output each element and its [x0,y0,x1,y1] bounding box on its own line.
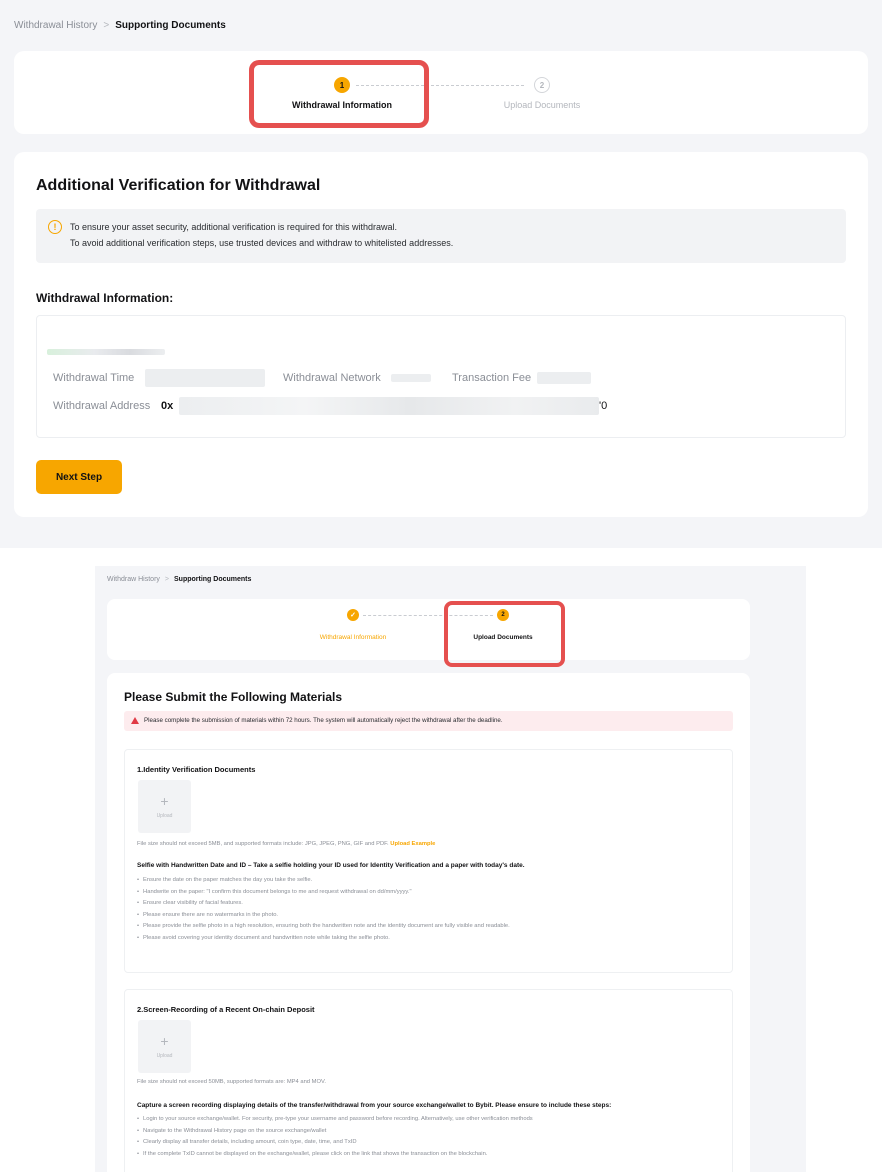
plus-icon: + [160,793,169,809]
list-item: Clearly display all transfer details, in… [137,1137,533,1149]
redacted-time [145,369,265,387]
info-circle-icon: ! [48,220,62,234]
stepper-card: ✓ 2 Withdrawal Information Upload Docume… [107,599,750,667]
breadcrumb: Withdrawal History > Supporting Document… [14,20,226,31]
step-1-label: Withdrawal Information [319,634,387,641]
upload-example-link[interactable]: Upload Example [390,841,435,847]
checkmark-icon: ✓ [347,609,359,621]
redacted-amount [47,349,165,355]
section-title: 1.Identity Verification Documents [137,765,256,774]
recording-steps-list: Login to your source exchange/wallet. Fo… [137,1114,533,1160]
address-suffix: '0 [599,400,608,412]
verification-card: Additional Verification for Withdrawal !… [14,152,868,517]
selfie-requirements-list: Ensure the date on the paper matches the… [137,875,510,945]
address-prefix: 0x [161,400,174,412]
upload-label: Upload [156,1053,173,1059]
recording-instruction: Capture a screen recording displaying de… [137,1102,612,1109]
breadcrumb: Withdraw History > Supporting Documents [107,576,251,583]
upload-button[interactable]: + Upload [138,1020,191,1073]
file-size-note: File size should not exceed 5MB, and sup… [137,841,435,847]
list-item: Handwrite on the paper: "I confirm this … [137,887,510,899]
section-title: 2.Screen-Recording of a Recent On-chain … [137,1005,315,1014]
redacted-network [391,374,431,382]
redacted-address [179,397,599,415]
list-item: Navigate to the Withdrawal History page … [137,1126,533,1138]
security-notice: ! To ensure your asset security, additio… [36,209,846,263]
list-item: If the complete TxID cannot be displayed… [137,1149,533,1161]
file-size-note: File size should not exceed 50MB, suppor… [137,1079,326,1085]
notice-line-1: To ensure your asset security, additiona… [70,222,397,232]
upload-label: Upload [156,813,173,819]
screen-recording-section: 2.Screen-Recording of a Recent On-chain … [124,989,733,1172]
list-item: Please provide the selfie photo in a hig… [137,921,510,933]
breadcrumb-link-withdrawal-history[interactable]: Withdrawal History [14,20,97,31]
deadline-alert: Please complete the submission of materi… [124,711,733,731]
identity-documents-section: 1.Identity Verification Documents + Uplo… [124,749,733,973]
breadcrumb-current: Supporting Documents [115,20,226,31]
highlight-box [444,601,565,667]
step-2-label: Upload Documents [503,100,581,110]
highlight-box [249,60,429,128]
list-item: Login to your source exchange/wallet. Fo… [137,1114,533,1126]
notice-line-2: To avoid additional verification steps, … [70,238,454,248]
withdrawal-network-label: Withdrawal Network [283,372,381,384]
materials-card: Please Submit the Following Materials Pl… [107,673,750,1172]
selfie-instruction: Selfie with Handwritten Date and ID – Ta… [137,862,525,869]
breadcrumb-separator: > [164,576,169,583]
stepper-card: 1 2 Withdrawal Information Upload Docume… [14,51,868,134]
verification-screenshot-step2: Withdraw History > Supporting Documents … [95,566,806,1172]
page-title: Additional Verification for Withdrawal [36,177,321,194]
plus-icon: + [160,1033,169,1049]
list-item: Ensure the date on the paper matches the… [137,875,510,887]
list-item: Please avoid covering your identity docu… [137,933,510,945]
withdrawal-info-box: Withdrawal Time Withdrawal Network Trans… [36,315,846,438]
next-step-button[interactable]: Next Step [36,460,122,494]
page-title: Please Submit the Following Materials [124,690,343,704]
upload-button[interactable]: + Upload [138,780,191,833]
list-item: Ensure clear visibility of facial featur… [137,898,510,910]
warning-triangle-icon [131,717,139,724]
deadline-alert-text: Please complete the submission of materi… [144,717,503,724]
breadcrumb-link-withdraw-history[interactable]: Withdraw History [107,576,160,583]
redacted-fee [537,372,591,384]
withdrawal-address-label: Withdrawal Address [53,400,151,412]
list-item: Please ensure there are no watermarks in… [137,910,510,922]
withdrawal-time-label: Withdrawal Time [53,372,135,384]
file-size-note-text: File size should not exceed 5MB, and sup… [137,841,389,847]
step-2-indicator: 2 [534,77,550,93]
breadcrumb-current: Supporting Documents [174,576,252,583]
withdrawal-info-heading: Withdrawal Information: [36,291,174,305]
breadcrumb-separator: > [103,20,110,31]
verification-screenshot-step1: Withdrawal History > Supporting Document… [0,0,882,548]
transaction-fee-label: Transaction Fee [452,372,532,384]
